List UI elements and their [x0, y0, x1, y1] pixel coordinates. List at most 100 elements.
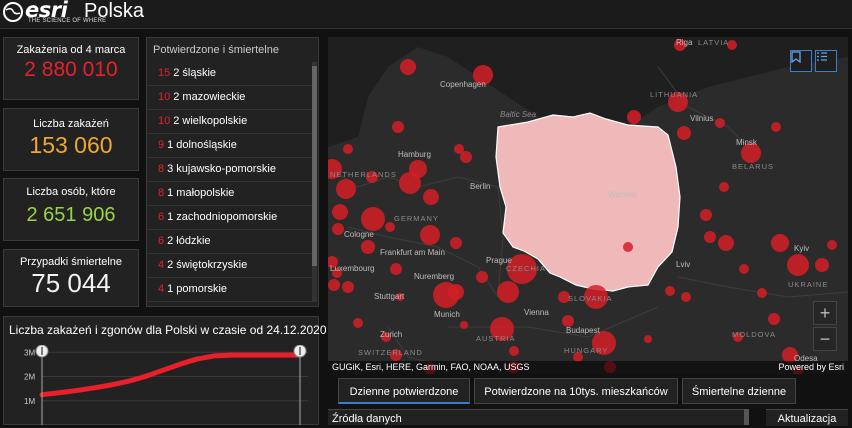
- list-item[interactable]: 15 2 śląskie: [147, 62, 313, 86]
- case-bubble[interactable]: [681, 292, 691, 302]
- case-bubble[interactable]: [400, 59, 416, 75]
- map-canvas[interactable]: Riga LATVIA Copenhagen LITHUANIA Vilnius…: [328, 37, 848, 374]
- list-item[interactable]: 62 łódzkie: [147, 230, 313, 254]
- tab-confirmed-per-10k[interactable]: Potwierdzone na 10tys. mieszkańców: [474, 378, 678, 404]
- map-label: Baltic Sea: [500, 110, 537, 119]
- case-bubble[interactable]: [392, 121, 404, 133]
- case-bubble[interactable]: [704, 231, 716, 243]
- stat-label: Przypadki śmiertelne: [19, 256, 123, 268]
- map-label: LATVIA: [698, 38, 729, 47]
- case-bubble[interactable]: [787, 254, 809, 276]
- case-bubble[interactable]: [454, 144, 464, 154]
- case-bubble[interactable]: [332, 223, 344, 235]
- list-item[interactable]: 32 warmińsko-mazurskie: [147, 302, 313, 306]
- bookmark-button[interactable]: [790, 50, 812, 72]
- case-bubble[interactable]: [715, 118, 725, 128]
- map-label: Zurich: [380, 330, 402, 339]
- case-bubble[interactable]: [718, 235, 734, 251]
- stat-value: 2 880 010: [24, 58, 118, 81]
- globe-icon: [3, 2, 23, 22]
- case-bubble[interactable]: [739, 264, 749, 274]
- list-scroll-thumb[interactable]: [312, 66, 317, 266]
- stat-label: Liczba osób, które: [26, 186, 116, 198]
- map-label: AUSTRIA: [476, 334, 516, 343]
- list-item[interactable]: 83 kujawsko-pomorskie: [147, 158, 313, 182]
- case-bubble[interactable]: [385, 222, 395, 232]
- case-bubble[interactable]: [476, 271, 488, 283]
- tab-daily-deaths[interactable]: Śmiertelne dzienne: [682, 378, 796, 404]
- case-bubble[interactable]: [771, 122, 781, 132]
- case-bubble[interactable]: [815, 258, 829, 272]
- list-item[interactable]: 10 2 wielkopolskie: [147, 110, 313, 134]
- stat-label: Zakażenia od 4 marca: [16, 44, 126, 56]
- case-bubble[interactable]: [497, 281, 519, 303]
- stat-card-deaths: Przypadki śmiertelne 75 044: [3, 249, 139, 307]
- case-bubble[interactable]: [433, 282, 459, 308]
- case-bubble[interactable]: [771, 234, 789, 252]
- case-bubble[interactable]: [719, 182, 729, 192]
- item-count: 4: [158, 283, 165, 295]
- sources-title: Źródła danych: [332, 413, 402, 425]
- item-count: 10: [158, 91, 171, 103]
- app-title: Polska: [84, 0, 145, 22]
- list-item[interactable]: 81 małopolskie: [147, 182, 313, 206]
- list-item[interactable]: 91 dolnośląskie: [147, 134, 313, 158]
- map-label: Kyiv: [794, 244, 809, 253]
- map-label: Hamburg: [398, 150, 431, 159]
- y-tick-label: 2M: [24, 373, 35, 382]
- case-bubble[interactable]: [399, 172, 421, 194]
- list-item[interactable]: 41 pomorskie: [147, 278, 313, 302]
- updates-title: Aktualizacja: [777, 413, 837, 425]
- range-start-handle[interactable]: [35, 345, 49, 425]
- stat-value: 75 044: [31, 268, 111, 298]
- map-label: Riga: [676, 38, 693, 47]
- list-item[interactable]: 10 2 mazowieckie: [147, 86, 313, 110]
- case-bubble[interactable]: [423, 189, 439, 205]
- case-bubble[interactable]: [361, 207, 385, 231]
- list-item[interactable]: 42 świętokrzyskie: [147, 254, 313, 278]
- map-view[interactable]: Riga LATVIA Copenhagen LITHUANIA Vilnius…: [328, 37, 848, 374]
- case-bubble[interactable]: [361, 240, 375, 254]
- item-count: 9: [158, 139, 165, 151]
- case-bubble[interactable]: [827, 240, 837, 250]
- tab-daily-confirmed[interactable]: Dzienne potwierdzone: [338, 378, 470, 404]
- list-scrollbar[interactable]: [312, 62, 317, 302]
- stat-value: 2 651 906: [26, 204, 116, 226]
- case-bubble[interactable]: [627, 110, 641, 124]
- case-bubble[interactable]: [328, 279, 340, 291]
- map-label: Minsk: [736, 138, 758, 147]
- case-bubble[interactable]: [420, 225, 440, 245]
- case-bubble[interactable]: [623, 242, 633, 252]
- case-bubble[interactable]: [390, 263, 402, 275]
- powered-by-text[interactable]: Powered by Esri: [778, 361, 844, 374]
- case-bubble[interactable]: [677, 126, 691, 140]
- case-bubble[interactable]: [332, 204, 348, 220]
- zoom-in-button[interactable]: +: [813, 301, 837, 325]
- panel-scrollbar[interactable]: [744, 409, 749, 425]
- list-item[interactable]: 61 zachodniopomorskie: [147, 206, 313, 230]
- esri-logo[interactable]: esri THE SCIENCE OF WHERE: [2, 0, 106, 28]
- logo-text: esri: [25, 0, 68, 22]
- case-bubble[interactable]: [665, 286, 675, 296]
- case-bubble[interactable]: [336, 179, 356, 199]
- case-bubble[interactable]: [343, 144, 353, 154]
- case-bubble[interactable]: [700, 209, 712, 221]
- case-bubble[interactable]: [450, 237, 462, 249]
- legend-button[interactable]: [815, 50, 837, 72]
- case-bubble[interactable]: [757, 288, 767, 298]
- case-bubble[interactable]: [460, 321, 468, 329]
- case-bubble[interactable]: [342, 281, 354, 293]
- item-label: 1 pomorskie: [167, 283, 228, 295]
- item-count: 4: [158, 259, 165, 271]
- case-bubble[interactable]: [768, 313, 780, 325]
- case-bubble[interactable]: [644, 335, 652, 343]
- zoom-out-button[interactable]: −: [813, 327, 837, 351]
- case-bubble[interactable]: [353, 318, 363, 328]
- map-label: SWITZERLAND: [358, 348, 423, 357]
- case-bubble[interactable]: [509, 346, 519, 356]
- map-label: MOLDOVA: [732, 330, 776, 339]
- map-label: SLOVAKIA: [568, 294, 613, 303]
- series-line: [39, 352, 303, 398]
- item-label: 2 łódzkie: [167, 235, 211, 247]
- map-label: Frankfurt am Main: [380, 248, 445, 257]
